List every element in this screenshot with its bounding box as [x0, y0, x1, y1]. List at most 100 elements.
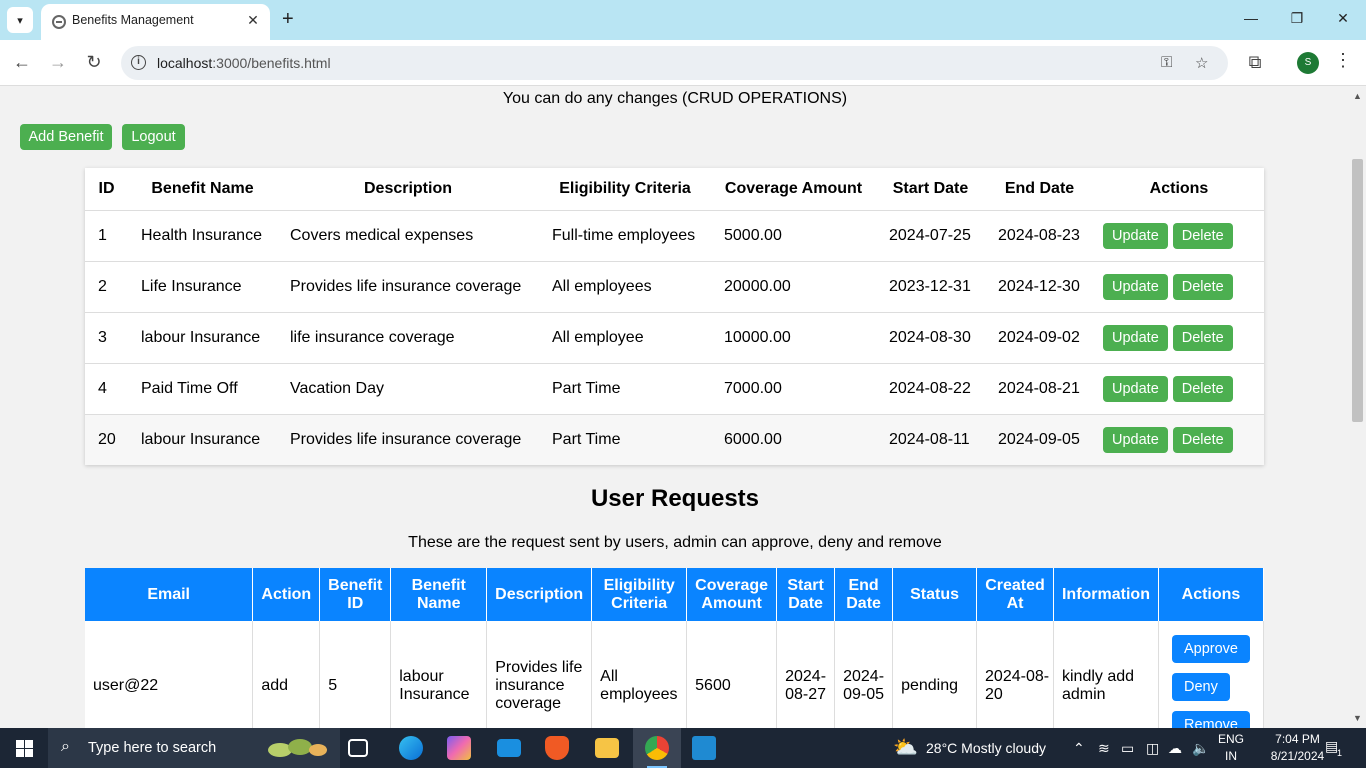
window-close-icon[interactable]: ✕ [1328, 10, 1358, 27]
restore-icon[interactable]: ❐ [1282, 10, 1312, 27]
globe-icon [52, 15, 66, 29]
profile-avatar[interactable]: S [1297, 52, 1319, 74]
user-requests-title: User Requests [590, 485, 760, 512]
benefit-name: Paid Time Off [128, 363, 277, 415]
benefit-eligibility: All employees [539, 261, 711, 313]
request-description: Provides life insurance coverage [486, 621, 593, 728]
benefits-col-header: Start Date [876, 168, 985, 211]
update-button[interactable]: Update [1103, 324, 1168, 351]
requests-col-header: Created At [976, 568, 1054, 621]
requests-col-header: Email [85, 568, 254, 621]
delete-button[interactable]: Delete [1172, 375, 1233, 402]
benefits-col-header: End Date [985, 168, 1094, 211]
delete-button[interactable]: Delete [1172, 273, 1233, 300]
requests-col-header: Actions [1158, 568, 1265, 621]
volume-icon[interactable]: 🔈 [1192, 740, 1209, 757]
scroll-down-icon[interactable]: ▼ [1353, 713, 1362, 723]
benefits-col-header: Benefit Name [128, 168, 277, 211]
language-indicator[interactable]: ENG IN [1216, 731, 1246, 765]
vscode-icon[interactable] [692, 736, 716, 760]
benefits-col-header: Description [277, 168, 539, 211]
chrome-icon[interactable] [645, 736, 669, 760]
back-arrow-icon[interactable]: ← [10, 52, 34, 72]
forward-arrow-icon[interactable]: → [46, 52, 70, 72]
benefit-actions: Update Delete [1094, 261, 1264, 313]
benefit-id: 20 [85, 414, 128, 465]
mail-icon[interactable] [497, 739, 521, 757]
approve-button[interactable]: Approve [1171, 635, 1250, 663]
request-row: user@22 add 5 labour Insurance Provides life… [85, 621, 1265, 728]
benefit-start-date: 2024-07-25 [876, 210, 985, 262]
benefit-name: labour Insurance [128, 414, 277, 465]
minimize-icon[interactable]: — [1236, 10, 1266, 26]
edge-browser-icon[interactable] [399, 736, 423, 760]
wifi-icon[interactable]: ≋ [1098, 740, 1110, 757]
address-bar[interactable]: i localhost:3000/benefits.html ⚿ ☆ [121, 46, 1228, 80]
clock[interactable]: 7:04 PM 8/21/2024 [1270, 731, 1325, 765]
benefit-coverage: 6000.00 [711, 414, 876, 465]
update-button[interactable]: Update [1103, 222, 1168, 249]
meet-icon[interactable]: ◫ [1146, 740, 1159, 757]
requests-col-header: Status [892, 568, 978, 621]
delete-button[interactable]: Delete [1172, 222, 1233, 249]
browser-tab[interactable]: Benefits Management ✕ [41, 4, 270, 40]
delete-button[interactable]: Delete [1172, 324, 1233, 351]
requests-header-row: Email Action Benefit ID Benefit Name Descrip… [85, 568, 1265, 621]
logout-button[interactable]: Logout [122, 124, 185, 150]
benefit-coverage: 5000.00 [711, 210, 876, 262]
onedrive-cloud-icon[interactable]: ☁ [1168, 740, 1182, 757]
page-viewport: You can do any changes (CRUD OPERATIONS)… [0, 87, 1350, 728]
weather-text[interactable]: 28°C Mostly cloudy [926, 740, 1046, 756]
copilot-icon[interactable] [447, 736, 471, 760]
benefit-actions: Update Delete [1094, 363, 1264, 415]
scrollbar-thumb[interactable] [1352, 159, 1363, 422]
reload-icon[interactable]: ↻ [82, 52, 106, 72]
benefit-id: 2 [85, 261, 128, 313]
windows-start-icon[interactable] [16, 740, 33, 757]
tab-close-icon[interactable]: ✕ [244, 12, 262, 29]
benefit-eligibility: Part Time [539, 363, 711, 415]
bookmark-star-icon[interactable]: ☆ [1195, 54, 1208, 72]
tab-search-chevron-icon[interactable]: ▾ [7, 7, 33, 33]
url-text[interactable]: localhost:3000/benefits.html [157, 55, 331, 71]
update-button[interactable]: Update [1103, 426, 1168, 453]
task-view-icon[interactable] [348, 739, 368, 757]
requests-col-header: Description [486, 568, 593, 621]
request-benefit-name: labour Insurance [390, 621, 488, 728]
scroll-up-icon[interactable]: ▲ [1353, 91, 1362, 101]
benefits-col-header: Actions [1094, 168, 1264, 211]
benefit-description: Covers medical expenses [277, 210, 539, 262]
update-button[interactable]: Update [1103, 273, 1168, 300]
deny-button[interactable]: Deny [1171, 673, 1230, 701]
tray-chevron-up-icon[interactable]: ⌃ [1073, 740, 1085, 757]
benefit-eligibility: Part Time [539, 414, 711, 465]
benefits-table-card: ID Benefit Name Description Eligibility Cri… [85, 168, 1264, 465]
request-email: user@22 [85, 621, 254, 728]
new-tab-plus-icon[interactable]: + [282, 8, 294, 31]
weather-cloud-icon[interactable]: ⛅ [893, 735, 918, 760]
site-info-icon[interactable]: i [131, 55, 146, 70]
benefit-description: life insurance coverage [277, 312, 539, 364]
menu-kebab-icon[interactable]: ⋮ [1334, 50, 1352, 71]
brave-browser-icon[interactable] [545, 736, 569, 760]
benefit-eligibility: All employee [539, 312, 711, 364]
benefit-description: Provides life insurance coverage [277, 261, 539, 313]
benefits-header-row: ID Benefit Name Description Eligibility Cri… [85, 168, 1264, 211]
benefit-coverage: 7000.00 [711, 363, 876, 415]
delete-button[interactable]: Delete [1172, 426, 1233, 453]
browser-tab-bar: ▾ Benefits Management ✕ + — ❐ ✕ [0, 0, 1366, 40]
benefits-table: ID Benefit Name Description Eligibility Cri… [85, 168, 1264, 465]
update-button[interactable]: Update [1103, 375, 1168, 402]
extensions-puzzle-icon[interactable]: ⧉ [1243, 52, 1267, 72]
request-created-at: 2024-08-20 [976, 621, 1054, 728]
password-key-icon[interactable]: ⚿ [1161, 54, 1172, 71]
page-scrollbar[interactable]: ▲ ▼ [1350, 87, 1366, 728]
search-highlight-icon [268, 739, 327, 757]
add-benefit-button[interactable]: Add Benefit [20, 124, 112, 150]
battery-icon[interactable]: ▭ [1121, 740, 1134, 757]
file-explorer-icon[interactable] [595, 738, 619, 758]
remove-button[interactable]: Remove [1171, 711, 1250, 728]
taskbar-search-box[interactable]: ⌕ Type here to search [48, 728, 340, 768]
benefit-description: Vacation Day [277, 363, 539, 415]
benefit-row: 3 labour Insurance life insurance coverage… [85, 312, 1264, 364]
